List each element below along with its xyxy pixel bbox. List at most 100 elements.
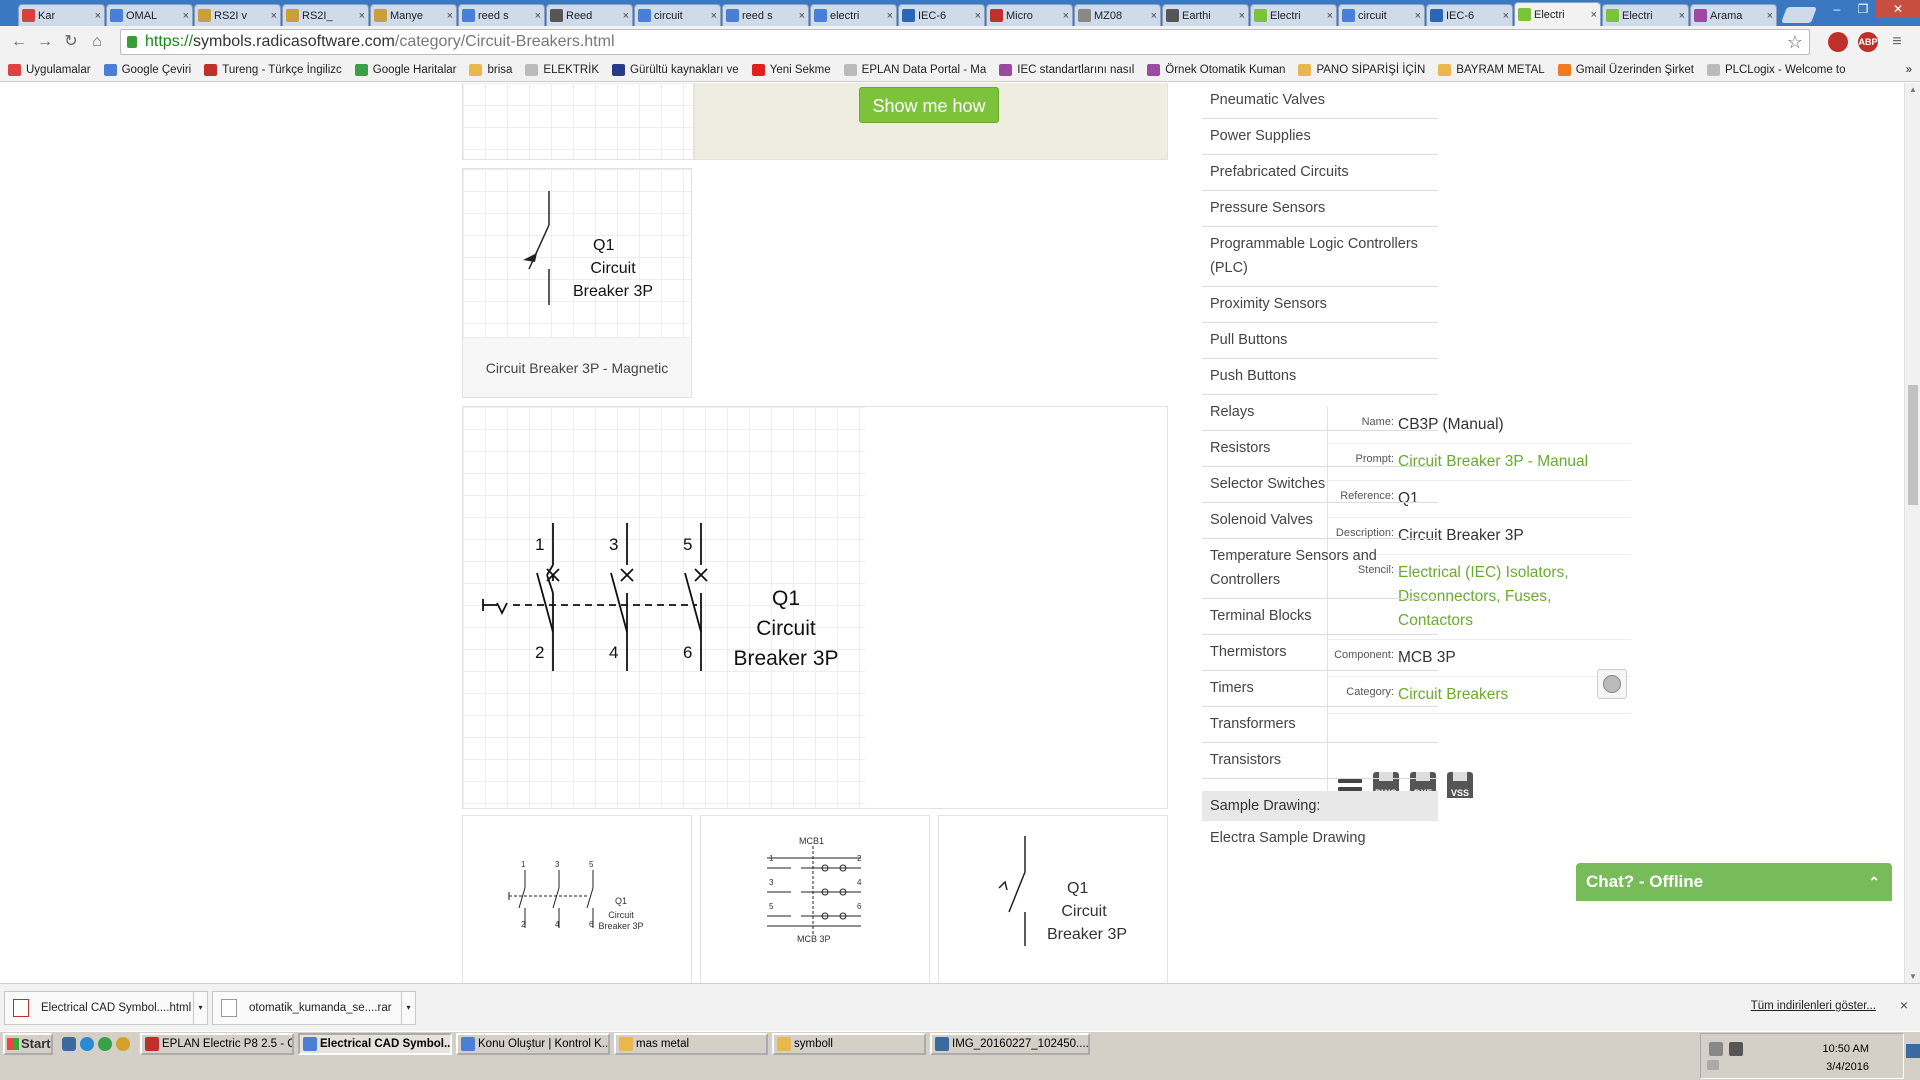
tray-arrow-icon[interactable] (1707, 1060, 1719, 1070)
bookmark-item[interactable]: Yeni Sekme (751, 63, 831, 76)
browser-tab[interactable]: Arama × (1690, 4, 1777, 26)
bookmark-item[interactable]: Tureng - Türkçe İngilizc (204, 63, 342, 76)
tab-close-icon[interactable]: × (887, 10, 893, 22)
browser-tab[interactable]: OMAL × (106, 4, 193, 26)
restore-icon[interactable]: ❐ (1850, 0, 1876, 18)
browser-tab[interactable]: Micro × (986, 4, 1073, 26)
taskbar-button[interactable]: mas metal (614, 1033, 768, 1055)
tab-close-icon[interactable]: × (1327, 10, 1333, 22)
bookmark-item[interactable]: Gmail Üzerinden Şirket (1557, 63, 1694, 76)
new-tab-button[interactable] (1781, 7, 1817, 23)
browser-tab[interactable]: MZ08 × (1074, 4, 1161, 26)
sidebar-category-link[interactable]: Terminal Blocks (1202, 599, 1438, 635)
signal-icon[interactable] (1729, 1042, 1743, 1056)
bookmark-item[interactable]: ELEKTRİK (525, 63, 599, 76)
bookmark-item[interactable]: PANO SİPARİŞİ İÇİN (1298, 63, 1425, 76)
sidebar-category-link[interactable]: Pull Buttons (1202, 323, 1438, 359)
scroll-thumb[interactable] (1908, 385, 1918, 505)
show-all-downloads-link[interactable]: Tüm indirilenleri göster... (1751, 1000, 1876, 1012)
browser-tab[interactable]: RS2I_ × (282, 4, 369, 26)
sample-drawing-link[interactable]: Electra Sample Drawing (1202, 821, 1438, 856)
bookmark-star-icon[interactable]: ☆ (1787, 32, 1803, 53)
sidebar-category-link[interactable]: Prefabricated Circuits (1202, 155, 1438, 191)
bookmark-item[interactable]: BAYRAM METAL (1438, 63, 1545, 76)
download-item-2[interactable]: otomatik_kumanda_se....rar ▾ (212, 991, 416, 1025)
sidebar-category-link[interactable]: Resistors (1202, 431, 1438, 467)
ie-icon[interactable] (80, 1037, 94, 1051)
bookmark-item[interactable]: Google Haritalar (354, 63, 456, 76)
bookmark-item[interactable]: EPLAN Data Portal - Ma (843, 63, 986, 76)
page-scrollbar[interactable]: ▲ ▼ (1904, 83, 1920, 983)
browser-tab[interactable]: reed s × (458, 4, 545, 26)
browser-tab[interactable]: Electri × (1250, 4, 1337, 26)
sidebar-category-link[interactable]: Pressure Sensors (1202, 191, 1438, 227)
minimize-icon[interactable]: – (1824, 0, 1850, 18)
adblock-icon[interactable]: ABP (1858, 32, 1878, 52)
browser-tab[interactable]: circuit × (634, 4, 721, 26)
reload-icon[interactable]: ↻ (60, 31, 82, 53)
tab-close-icon[interactable]: × (535, 10, 541, 22)
chrome-menu-icon[interactable]: ≡ (1886, 31, 1908, 53)
tab-close-icon[interactable]: × (711, 10, 717, 22)
sidebar-category-link[interactable]: Programmable Logic Controllers (PLC) (1202, 227, 1438, 287)
tab-close-icon[interactable]: × (1503, 10, 1509, 22)
tab-close-icon[interactable]: × (1591, 9, 1597, 21)
symbol-thumb-1[interactable]: 1 3 5 2 4 6 Q1 Circuit Breaker 3P (462, 815, 692, 983)
tab-close-icon[interactable]: × (1767, 10, 1773, 22)
start-button[interactable]: Start (3, 1033, 53, 1055)
tab-close-icon[interactable]: × (799, 10, 805, 22)
browser-tab[interactable]: Manye × (370, 4, 457, 26)
taskbar-button[interactable]: IMG_20160227_102450.... (930, 1033, 1090, 1055)
sidebar-category-link[interactable]: Relays (1202, 395, 1438, 431)
scroll-up-icon[interactable]: ▲ (1905, 85, 1920, 94)
sidebar-category-link[interactable]: Transistors (1202, 743, 1438, 779)
sidebar-category-link[interactable]: Thermistors (1202, 635, 1438, 671)
show-me-how-button[interactable]: Show me how (859, 87, 999, 123)
tab-close-icon[interactable]: × (95, 10, 101, 22)
browser-tab[interactable]: IEC-6 × (898, 4, 985, 26)
sidebar-category-link[interactable]: Temperature Sensors and Controllers (1202, 539, 1438, 599)
tab-close-icon[interactable]: × (623, 10, 629, 22)
bookmark-item[interactable]: Uygulamalar (8, 63, 91, 76)
tab-close-icon[interactable]: × (447, 10, 453, 22)
browser-tab[interactable]: Reed × (546, 4, 633, 26)
browser-tab[interactable]: IEC-6 × (1426, 4, 1513, 26)
sidebar-category-link[interactable]: Power Supplies (1202, 119, 1438, 155)
tab-close-icon[interactable]: × (271, 10, 277, 22)
symbol-thumb-2[interactable]: MCB1 MCB 3P 1 3 5 2 4 6 (700, 815, 930, 983)
download-item-1[interactable]: Electrical CAD Symbol....html ▾ (4, 991, 208, 1025)
browser-tab[interactable]: Electri × (1514, 2, 1601, 26)
forward-icon[interactable]: → (34, 31, 56, 53)
sidebar-category-link[interactable]: Transformers (1202, 707, 1438, 743)
bookmark-item[interactable]: PLCLogix - Welcome to (1706, 63, 1846, 76)
browser-tab[interactable]: RS2I v × (194, 4, 281, 26)
tab-close-icon[interactable]: × (1063, 10, 1069, 22)
browser-tab[interactable]: Kar × (18, 4, 105, 26)
tab-close-icon[interactable]: × (1151, 10, 1157, 22)
network-icon[interactable] (1709, 1042, 1723, 1056)
notification-icon[interactable] (1906, 1044, 1920, 1058)
sidebar-category-link[interactable]: Selector Switches (1202, 467, 1438, 503)
extension-red-icon[interactable] (1828, 32, 1848, 52)
tab-close-icon[interactable]: × (1239, 10, 1245, 22)
browser-tab[interactable]: electri × (810, 4, 897, 26)
tab-close-icon[interactable]: × (975, 10, 981, 22)
taskbar-button[interactable]: Konu Oluştur | Kontrol K... (456, 1033, 610, 1055)
chat-widget[interactable]: Chat? - Offline ⌃ (1576, 863, 1892, 901)
address-bar[interactable]: https:// symbols.radicasoftware.com /cat… (120, 29, 1810, 55)
symbol-thumb-3[interactable]: Q1 Circuit Breaker 3P (938, 815, 1168, 983)
home-icon[interactable]: ⌂ (86, 31, 108, 53)
scroll-down-icon[interactable]: ▼ (1905, 972, 1920, 981)
sidebar-category-link[interactable]: Pneumatic Valves (1202, 83, 1438, 119)
bookmark-item[interactable]: brisa (469, 63, 512, 76)
show-desktop-icon[interactable] (62, 1037, 76, 1051)
browser-tab[interactable]: circuit × (1338, 4, 1425, 26)
tab-close-icon[interactable]: × (359, 10, 365, 22)
chevron-down-icon[interactable]: ▾ (401, 992, 415, 1024)
browser-tab[interactable]: reed s × (722, 4, 809, 26)
browser-tab[interactable]: Electri × (1602, 4, 1689, 26)
sidebar-category-link[interactable]: Solenoid Valves (1202, 503, 1438, 539)
taskbar-button[interactable]: symboll (772, 1033, 926, 1055)
bookmarks-overflow-icon[interactable]: » (1906, 64, 1912, 76)
tab-close-icon[interactable]: × (1415, 10, 1421, 22)
